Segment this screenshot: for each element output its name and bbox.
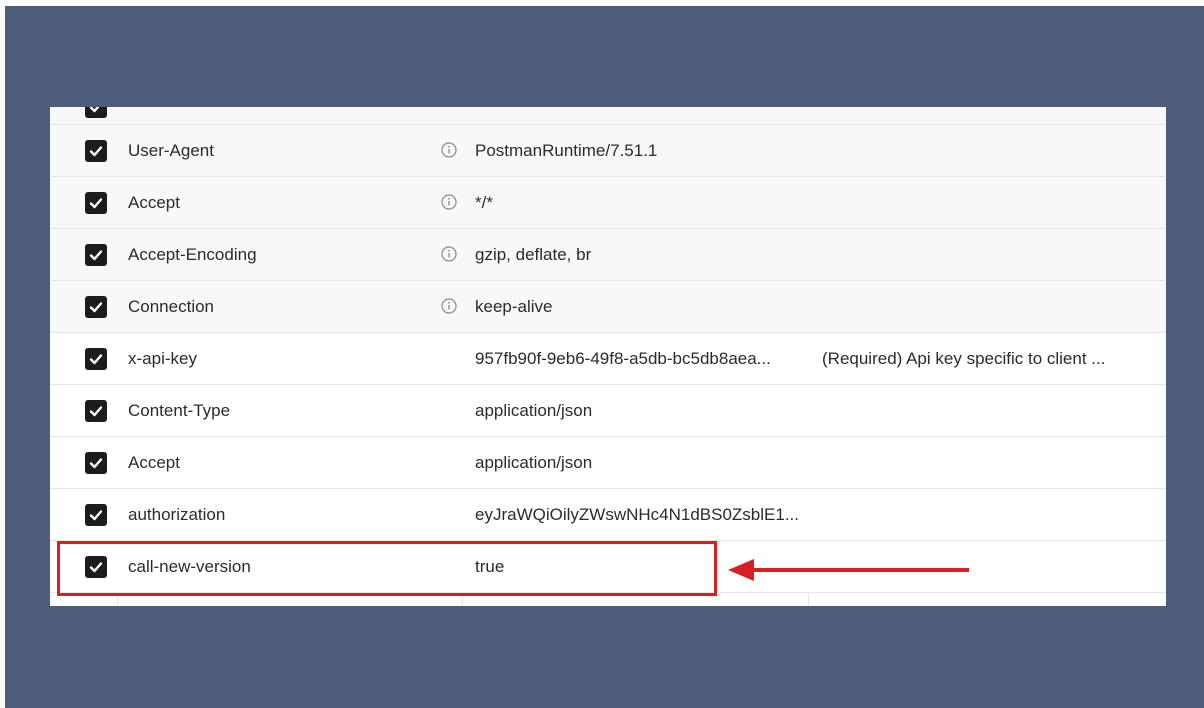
header-description[interactable]: (Required) Api key specific to client ..… (822, 333, 1152, 385)
header-key[interactable]: x-api-key (128, 333, 197, 385)
header-row[interactable]: User-Agent PostmanRuntime/7.51.1 (50, 125, 1166, 177)
checkbox-checked-icon[interactable] (85, 244, 107, 266)
header-row[interactable]: Accept application/json (50, 437, 1166, 489)
header-key[interactable]: User-Agent (128, 125, 214, 177)
header-value[interactable]: keep-alive (475, 281, 805, 333)
checkbox-checked-icon[interactable] (85, 296, 107, 318)
checkbox-checked-icon[interactable] (85, 140, 107, 162)
header-key[interactable]: authorization (128, 489, 225, 541)
header-value[interactable]: gzip, deflate, br (475, 229, 805, 281)
header-description[interactable] (822, 385, 1152, 437)
header-row[interactable]: Connection keep-alive (50, 281, 1166, 333)
highlight-box (57, 541, 717, 596)
header-description[interactable] (822, 281, 1152, 333)
checkbox-checked-icon[interactable] (85, 192, 107, 214)
header-key[interactable]: Accept (128, 437, 180, 489)
arrow-left-icon (728, 559, 969, 581)
checkbox-checked-icon[interactable] (85, 107, 107, 118)
header-description[interactable] (822, 437, 1152, 489)
header-row[interactable]: Accept-Encoding gzip, deflate, br (50, 229, 1166, 281)
checkbox-checked-icon[interactable] (85, 504, 107, 526)
header-key[interactable]: Connection (128, 281, 214, 333)
header-value[interactable]: PostmanRuntime/7.51.1 (475, 125, 805, 177)
header-value[interactable]: */* (475, 177, 805, 229)
header-description[interactable] (822, 229, 1152, 281)
header-description[interactable] (822, 125, 1152, 177)
checkbox-checked-icon[interactable] (85, 400, 107, 422)
header-key[interactable]: Accept (128, 177, 180, 229)
header-description[interactable] (822, 489, 1152, 541)
header-row[interactable]: authorization eyJraWQiOilyZWswNHc4N1dBS0Z… (50, 489, 1166, 541)
header-value[interactable]: eyJraWQiOilyZWswNHc4N1dBS0ZsblE1... (475, 489, 805, 541)
info-icon[interactable] (441, 194, 457, 210)
header-row[interactable] (50, 107, 1166, 125)
info-icon[interactable] (441, 246, 457, 262)
checkbox-checked-icon[interactable] (85, 452, 107, 474)
checkbox-checked-icon[interactable] (85, 348, 107, 370)
header-key[interactable]: Content-Type (128, 385, 230, 437)
header-row[interactable]: Content-Type application/json (50, 385, 1166, 437)
header-row[interactable]: x-api-key 957fb90f-9eb6-49f8-a5db-bc5db8a… (50, 333, 1166, 385)
header-row[interactable]: Accept */* (50, 177, 1166, 229)
header-key[interactable]: Accept-Encoding (128, 229, 257, 281)
headers-table: User-Agent PostmanRuntime/7.51.1 Accept */*… (50, 107, 1166, 606)
info-icon[interactable] (441, 298, 457, 314)
header-value[interactable]: application/json (475, 385, 805, 437)
header-value[interactable]: 957fb90f-9eb6-49f8-a5db-bc5db8aea... (475, 333, 805, 385)
header-description[interactable] (822, 177, 1152, 229)
header-value[interactable]: application/json (475, 437, 805, 489)
info-icon[interactable] (441, 142, 457, 158)
